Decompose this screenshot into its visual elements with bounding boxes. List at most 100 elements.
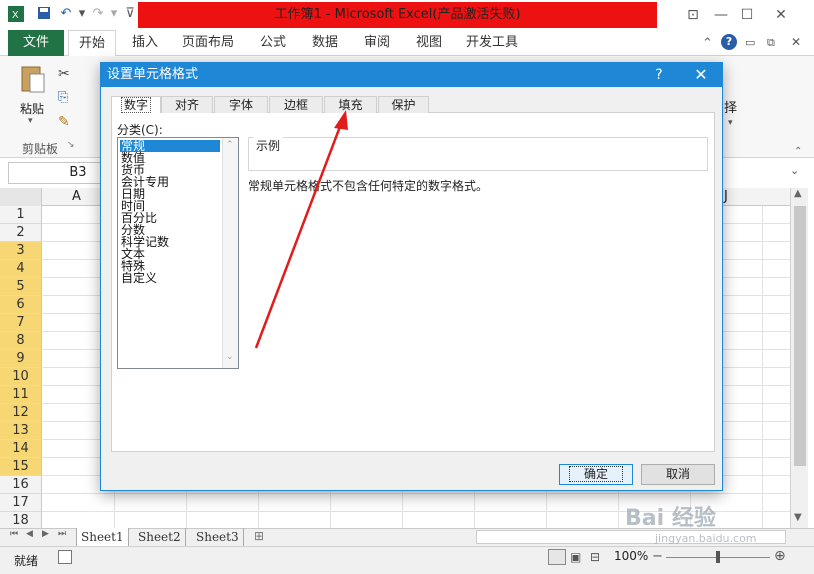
undo-icon[interactable]: ↶ bbox=[58, 6, 74, 22]
row-header[interactable]: 10 bbox=[0, 368, 42, 386]
tab-fill[interactable]: 填充 bbox=[324, 96, 377, 114]
column-header-a[interactable]: A bbox=[72, 189, 81, 204]
copy-icon[interactable]: ⎘ bbox=[58, 90, 68, 105]
select-dropdown-icon[interactable]: ▾ bbox=[728, 118, 733, 128]
row-header[interactable]: 8 bbox=[0, 332, 42, 350]
dialog-title: 设置单元格格式 bbox=[101, 63, 722, 87]
row-header[interactable]: 6 bbox=[0, 296, 42, 314]
paste-dropdown-icon[interactable]: ▾ bbox=[28, 116, 33, 126]
zoom-in-icon[interactable]: ⊕ bbox=[774, 548, 786, 564]
clipboard-launcher-icon[interactable]: ↘ bbox=[67, 140, 75, 150]
scroll-thumb[interactable] bbox=[794, 206, 806, 466]
row-header[interactable]: 3 bbox=[0, 242, 42, 260]
tab-insert[interactable]: 插入 bbox=[124, 30, 166, 56]
tab-formulas[interactable]: 公式 bbox=[252, 30, 294, 56]
row-header[interactable]: 9 bbox=[0, 350, 42, 368]
ribbon-display-icon[interactable]: ⊡ bbox=[682, 5, 704, 25]
tab-protection[interactable]: 保护 bbox=[378, 96, 429, 114]
dialog-close-icon[interactable]: ✕ bbox=[689, 63, 713, 87]
sheet-tab-1[interactable]: Sheet1 bbox=[76, 528, 129, 546]
normal-view-icon[interactable] bbox=[548, 549, 566, 565]
scroll-up-icon[interactable]: ▲ bbox=[794, 188, 802, 199]
sheet-next-icon[interactable]: ▶ bbox=[42, 529, 49, 539]
sample-groupbox bbox=[248, 137, 708, 171]
sample-label: 示例 bbox=[253, 137, 284, 154]
sheet-tab-2[interactable]: Sheet2 bbox=[134, 528, 186, 546]
sheet-tab-3[interactable]: Sheet3 bbox=[192, 528, 244, 546]
row-header[interactable]: 14 bbox=[0, 440, 42, 458]
wb-minimize-icon[interactable]: ▭ bbox=[745, 36, 755, 49]
cut-icon[interactable]: ✂ bbox=[58, 66, 70, 82]
close-icon[interactable]: ✕ bbox=[770, 5, 792, 25]
customize-quick-access-icon[interactable]: ⊽ bbox=[122, 6, 138, 22]
sheet-last-icon[interactable]: ⏭ bbox=[58, 529, 66, 539]
tab-font[interactable]: 字体 bbox=[214, 96, 268, 114]
row-header[interactable]: 13 bbox=[0, 422, 42, 440]
zoom-level[interactable]: 100% bbox=[614, 549, 648, 563]
tab-view[interactable]: 视图 bbox=[408, 30, 450, 56]
help-icon[interactable]: ? bbox=[721, 34, 737, 50]
scroll-down-icon[interactable]: ▼ bbox=[794, 512, 802, 523]
paste-icon[interactable] bbox=[20, 64, 46, 94]
page-layout-view-icon[interactable]: ▣ bbox=[570, 550, 581, 564]
category-list[interactable]: 常规 数值 货币 会计专用 日期 时间 百分比 分数 科学记数 文本 特殊 自定义 ⌃ ⌄ bbox=[117, 137, 239, 369]
list-scroll-up-icon[interactable]: ⌃ bbox=[226, 140, 234, 150]
tab-developer[interactable]: 开发工具 bbox=[460, 30, 524, 56]
page-break-view-icon[interactable]: ⊟ bbox=[590, 550, 600, 564]
ok-button[interactable]: 确定 bbox=[559, 464, 633, 485]
list-scroll-down-icon[interactable]: ⌄ bbox=[226, 352, 234, 362]
row-header[interactable]: 16 bbox=[0, 476, 42, 494]
format-painter-icon[interactable]: ✎ bbox=[58, 114, 70, 130]
ribbon-tab-bar bbox=[0, 30, 814, 56]
ribbon-select-label[interactable]: 择 bbox=[724, 97, 737, 116]
column-gridline bbox=[762, 206, 763, 530]
tab-file[interactable]: 文件 bbox=[8, 30, 64, 56]
tab-data[interactable]: 数据 bbox=[304, 30, 346, 56]
tab-border[interactable]: 边框 bbox=[269, 96, 323, 114]
row-header[interactable]: 5 bbox=[0, 278, 42, 296]
minimize-icon[interactable]: — bbox=[710, 5, 732, 25]
dialog-help-icon[interactable]: ? bbox=[649, 63, 669, 87]
row-header[interactable]: 12 bbox=[0, 404, 42, 422]
restore-icon[interactable]: ☐ bbox=[736, 5, 758, 25]
category-list-scrollbar[interactable]: ⌃ ⌄ bbox=[222, 138, 238, 368]
cancel-button[interactable]: 取消 bbox=[641, 464, 715, 485]
redo-dropdown-icon[interactable]: ▾ bbox=[106, 6, 122, 22]
row-header[interactable]: 15 bbox=[0, 458, 42, 476]
category-item[interactable]: 自定义 bbox=[120, 272, 220, 284]
macro-record-icon[interactable] bbox=[58, 550, 72, 564]
collapse-ribbon-icon[interactable]: ⌃ bbox=[702, 36, 713, 51]
expand-formula-bar-icon[interactable]: ⌄ bbox=[790, 164, 799, 177]
row-header[interactable]: 11 bbox=[0, 386, 42, 404]
row-header[interactable]: 17 bbox=[0, 494, 42, 512]
ribbon-collapse-icon[interactable]: ⌃ bbox=[794, 146, 802, 157]
row-header[interactable]: 2 bbox=[0, 224, 42, 242]
new-sheet-icon[interactable]: ⊞ bbox=[254, 529, 264, 543]
baidu-watermark: Bai 经验 bbox=[625, 506, 716, 531]
select-all-corner[interactable] bbox=[0, 188, 42, 206]
svg-text:X: X bbox=[12, 10, 19, 21]
format-cells-dialog: 设置单元格格式 ? ✕ 数字 对齐 字体 边框 填充 保护 分类(C): 常规数… bbox=[100, 62, 723, 491]
wb-restore-icon[interactable]: ⧉ bbox=[767, 36, 775, 50]
paste-label[interactable]: 粘贴 bbox=[20, 100, 44, 117]
row-header[interactable]: 4 bbox=[0, 260, 42, 278]
status-bar bbox=[0, 546, 814, 574]
wb-close-icon[interactable]: ✕ bbox=[791, 35, 801, 49]
tab-home[interactable]: 开始 bbox=[68, 30, 116, 57]
row-header[interactable]: 1 bbox=[0, 206, 42, 224]
tab-page-layout[interactable]: 页面布局 bbox=[176, 30, 240, 56]
status-ready: 就绪 bbox=[14, 554, 39, 568]
row-header[interactable]: 7 bbox=[0, 314, 42, 332]
tab-review[interactable]: 审阅 bbox=[356, 30, 398, 56]
redo-icon[interactable]: ↷ bbox=[90, 6, 106, 22]
window-title: 工作簿1 - Microsoft Excel(产品激活失败) bbox=[138, 2, 657, 28]
column-header-j[interactable]: J bbox=[724, 189, 728, 204]
tab-alignment[interactable]: 对齐 bbox=[161, 96, 213, 114]
undo-dropdown-icon[interactable]: ▾ bbox=[74, 6, 90, 22]
sheet-first-icon[interactable]: ⏮ bbox=[10, 529, 18, 539]
sheet-prev-icon[interactable]: ◀ bbox=[26, 529, 33, 539]
zoom-slider-thumb[interactable] bbox=[716, 551, 720, 563]
save-icon[interactable] bbox=[36, 6, 52, 22]
vertical-scrollbar[interactable]: ▲ ▼ bbox=[790, 188, 808, 528]
zoom-out-icon[interactable]: − bbox=[652, 549, 663, 564]
